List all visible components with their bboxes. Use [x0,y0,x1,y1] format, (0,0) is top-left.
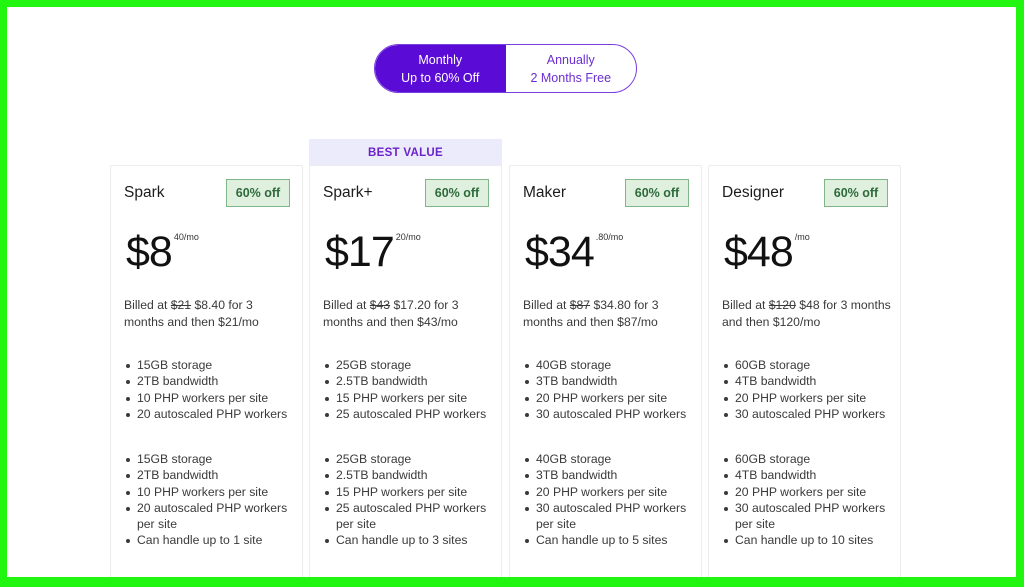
feature-list-summary: 40GB storage 3TB bandwidth 20 PHP workers … [523,357,699,422]
feature-item: 20 autoscaled PHP workers per site [124,500,300,533]
price-amount: $34 [525,228,595,276]
plan-card-maker[interactable]: Maker 60% off $34 .80/mo Billed at $87 $… [509,165,702,577]
feature-list-detail: 25GB storage 2.5TB bandwidth 15 PHP worker… [323,451,499,549]
discount-badge: 60% off [824,179,888,207]
billing-note: Billed at $87 $34.80 for 3 months and th… [523,297,693,331]
plan-name: Spark+ [323,184,373,201]
billing-prefix: Billed at [124,298,171,312]
feature-item: Can handle up to 1 site [124,532,300,548]
feature-item: Can handle up to 10 sites [722,532,898,548]
toggle-annually[interactable]: Annually 2 Months Free [506,45,637,92]
feature-item: 25 autoscaled PHP workers per site [323,500,499,533]
price: $8 40/mo [126,228,199,276]
pricing-page: Monthly Up to 60% Off Annually 2 Months … [7,7,1016,577]
discount-badge: 60% off [625,179,689,207]
price: $34 .80/mo [525,228,623,276]
feature-item: 20 autoscaled PHP workers [124,406,300,422]
plan-name: Designer [722,184,785,201]
toggle-monthly-label: Monthly [418,52,463,67]
toggle-annually-sublabel: 2 Months Free [530,70,612,85]
feature-item: 2TB bandwidth [124,467,300,483]
feature-item: 15 PHP workers per site [323,390,499,406]
original-price: $120 [768,298,796,312]
price-amount: $17 [325,228,395,276]
feature-item: 2TB bandwidth [124,373,300,389]
plan-card-spark-plus[interactable]: Spark+ 60% off $17 20/mo Billed at $43 $… [309,165,502,577]
toggle-annually-label: Annually [546,52,595,67]
plan-card-designer[interactable]: Designer 60% off $48 /mo Billed at $120 … [708,165,901,577]
plan-card-spark[interactable]: Spark 60% off $8 40/mo Billed at $21 $8.… [110,165,303,577]
price-amount: $48 [724,228,794,276]
feature-item: 20 PHP workers per site [523,484,699,500]
feature-item: 25GB storage [323,357,499,373]
feature-item: 3TB bandwidth [523,467,699,483]
feature-item: 15GB storage [124,451,300,467]
feature-item: 25 autoscaled PHP workers [323,406,499,422]
feature-item: 30 autoscaled PHP workers [722,406,898,422]
plan-name: Maker [523,184,567,201]
price-amount: $8 [126,228,173,276]
feature-item: 4TB bandwidth [722,373,898,389]
discount-badge: 60% off [226,179,290,207]
price: $48 /mo [724,228,810,276]
original-price: $21 [170,298,192,312]
billing-period-toggle[interactable]: Monthly Up to 60% Off Annually 2 Months … [374,44,637,93]
feature-item: 10 PHP workers per site [124,484,300,500]
billing-prefix: Billed at [323,298,370,312]
feature-item: 10 PHP workers per site [124,390,300,406]
price-suffix: .80/mo [595,232,624,242]
feature-item: 60GB storage [722,451,898,467]
feature-item: 20 PHP workers per site [523,390,699,406]
plan-name: Spark [124,184,165,201]
best-value-banner: BEST VALUE [309,139,502,166]
feature-item: Can handle up to 3 sites [323,532,499,548]
feature-item: 4TB bandwidth [722,467,898,483]
feature-item: 40GB storage [523,451,699,467]
feature-list-summary: 15GB storage 2TB bandwidth 10 PHP workers … [124,357,300,422]
feature-item: Can handle up to 5 sites [523,532,699,548]
price-suffix: 40/mo [173,232,199,242]
feature-item: 30 autoscaled PHP workers [523,406,699,422]
feature-list-summary: 60GB storage 4TB bandwidth 20 PHP workers … [722,357,898,422]
feature-list-detail: 60GB storage 4TB bandwidth 20 PHP workers … [722,451,898,549]
original-price: $87 [569,298,591,312]
billing-prefix: Billed at [523,298,570,312]
feature-list-detail: 40GB storage 3TB bandwidth 20 PHP workers … [523,451,699,549]
feature-item: 40GB storage [523,357,699,373]
feature-item: 25GB storage [323,451,499,467]
price-suffix: /mo [794,232,810,242]
feature-item: 15 PHP workers per site [323,484,499,500]
feature-list-detail: 15GB storage 2TB bandwidth 10 PHP workers … [124,451,300,549]
feature-item: 2.5TB bandwidth [323,373,499,389]
billing-note: Billed at $43 $17.20 for 3 months and th… [323,297,493,331]
feature-list-summary: 25GB storage 2.5TB bandwidth 15 PHP worker… [323,357,499,422]
feature-item: 2.5TB bandwidth [323,467,499,483]
discount-badge: 60% off [425,179,489,207]
feature-item: 20 PHP workers per site [722,484,898,500]
feature-item: 3TB bandwidth [523,373,699,389]
original-price: $43 [369,298,391,312]
toggle-monthly[interactable]: Monthly Up to 60% Off [375,45,506,92]
feature-item: 60GB storage [722,357,898,373]
billing-prefix: Billed at [722,298,769,312]
price: $17 20/mo [325,228,421,276]
toggle-monthly-sublabel: Up to 60% Off [401,70,480,85]
price-suffix: 20/mo [395,232,421,242]
feature-item: 15GB storage [124,357,300,373]
billing-note: Billed at $21 $8.40 for 3 months and the… [124,297,294,331]
billing-note: Billed at $120 $48 for 3 months and then… [722,297,892,331]
feature-item: 30 autoscaled PHP workers per site [722,500,898,533]
feature-item: 30 autoscaled PHP workers per site [523,500,699,533]
feature-item: 20 PHP workers per site [722,390,898,406]
